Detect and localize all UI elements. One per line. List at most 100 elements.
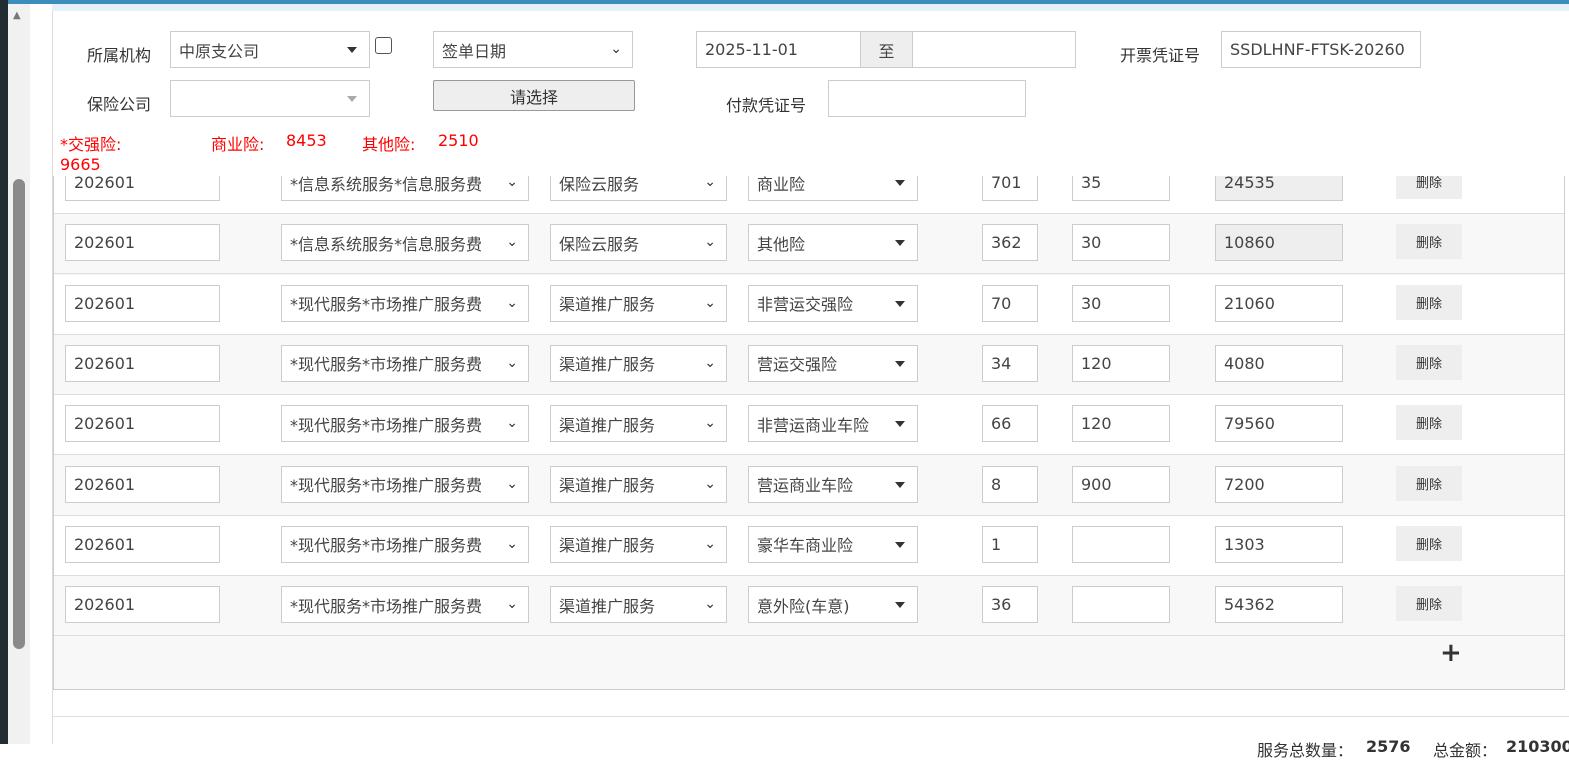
quantity-input[interactable]: 66 (982, 405, 1038, 443)
delete-row-button[interactable]: 删除 (1396, 344, 1462, 380)
item-select[interactable]: *现代服务*市场推广服务费 ⌄ (281, 465, 529, 503)
insurer-label: 保险公司 (87, 95, 152, 114)
qtx-value: 2510 (438, 131, 479, 150)
scroll-up-icon[interactable]: ▲ (13, 10, 21, 21)
item-select[interactable]: *现代服务*市场推广服务费 ⌄ (281, 586, 529, 624)
price-input[interactable]: 120 (1072, 405, 1170, 443)
period-input[interactable]: 202601 (65, 284, 220, 322)
payment-input[interactable] (828, 80, 1026, 117)
org-select[interactable]: 中原支公司 (170, 31, 370, 68)
service-select[interactable]: 保险云服务 ⌄ (550, 224, 727, 262)
delete-row-button[interactable]: 删除 (1396, 465, 1462, 501)
chevron-down-icon: ⌄ (704, 535, 716, 552)
period-input[interactable]: 202601 (65, 465, 220, 503)
invoice-value: SSDLHNF-FTSK-20260 (1230, 40, 1405, 59)
org-include-checkbox[interactable] (375, 37, 392, 54)
quantity-input[interactable]: 36 (982, 586, 1038, 624)
period-input[interactable]: 202601 (65, 586, 220, 624)
delete-row-button[interactable]: 删除 (1396, 284, 1462, 320)
delete-row-button[interactable]: 删除 (1396, 586, 1462, 622)
service-select[interactable]: 渠道推广服务 ⌄ (550, 344, 727, 382)
delete-label: 删除 (1415, 598, 1442, 614)
type-select[interactable]: 营运商业车险 (748, 465, 918, 503)
delete-row-button[interactable]: 删除 (1396, 176, 1462, 199)
quantity-input[interactable]: 70 (982, 284, 1038, 322)
item-select[interactable]: *信息系统服务*信息服务费 ⌄ (281, 224, 529, 262)
service-select[interactable]: 渠道推广服务 ⌄ (550, 284, 727, 322)
type-select[interactable]: 意外险(车意) (748, 586, 918, 624)
add-row-button[interactable]: + (1440, 638, 1462, 668)
type-select[interactable]: 营运交强险 (748, 344, 918, 382)
insurer-select[interactable] (170, 80, 370, 117)
table-row: 202601 *现代服务*市场推广服务费 ⌄ 渠道推广服务 ⌄ 非营运商业车险 66… (54, 395, 1564, 456)
price-input[interactable] (1072, 586, 1170, 624)
type-value: 商业险 (757, 176, 806, 194)
type-select[interactable]: 其他险 (748, 224, 918, 262)
price-value: 900 (1081, 474, 1112, 494)
service-select[interactable]: 保险云服务 ⌄ (550, 176, 727, 201)
type-select[interactable]: 豪华车商业险 (748, 525, 918, 563)
quantity-input[interactable]: 362 (982, 224, 1038, 262)
quantity-input[interactable]: 1 (982, 525, 1038, 563)
price-input[interactable]: 120 (1072, 344, 1170, 382)
quantity-input[interactable]: 34 (982, 344, 1038, 382)
type-value: 营运商业车险 (757, 476, 854, 495)
item-select[interactable]: *现代服务*市场推广服务费 ⌄ (281, 405, 529, 443)
period-input[interactable]: 202601 (65, 224, 220, 262)
type-select[interactable]: 非营运商业车险 (748, 405, 918, 443)
service-select[interactable]: 渠道推广服务 ⌄ (550, 465, 727, 503)
amount-input[interactable]: 7200 (1215, 465, 1343, 503)
period-input[interactable]: 202601 (65, 344, 220, 382)
price-input[interactable] (1072, 525, 1170, 563)
item-select[interactable]: *现代服务*市场推广服务费 ⌄ (281, 525, 529, 563)
amount-value: 24535 (1224, 176, 1275, 192)
delete-label: 删除 (1415, 537, 1442, 553)
quantity-value: 66 (991, 414, 1012, 434)
amount-value: 7200 (1224, 474, 1265, 494)
amount-input[interactable]: 79560 (1215, 405, 1343, 443)
item-select[interactable]: *信息系统服务*信息服务费 ⌄ (281, 176, 529, 201)
delete-row-button[interactable]: 删除 (1396, 525, 1462, 561)
invoice-input[interactable]: SSDLHNF-FTSK-20260 (1221, 31, 1421, 68)
date-to-input[interactable] (912, 31, 1076, 68)
service-select[interactable]: 渠道推广服务 ⌄ (550, 586, 727, 624)
date-from-input[interactable]: 2025-11-01 (696, 31, 861, 68)
quantity-input[interactable]: 701 (982, 176, 1038, 201)
service-value: 渠道推广服务 (559, 355, 656, 375)
period-input[interactable]: 202601 (65, 176, 220, 201)
quantity-input[interactable]: 8 (982, 465, 1038, 503)
amount-input[interactable]: 54362 (1215, 586, 1343, 624)
price-input[interactable]: 900 (1072, 465, 1170, 503)
quantity-value: 8 (991, 474, 1002, 494)
date-type-select[interactable]: 签单日期 ⌄ (433, 31, 633, 68)
amount-input[interactable]: 4080 (1215, 344, 1343, 382)
amount-value: 10860 (1224, 233, 1275, 253)
service-select[interactable]: 渠道推广服务 ⌄ (550, 405, 727, 443)
amount-input[interactable]: 21060 (1215, 284, 1343, 322)
type-select[interactable]: 商业险 (748, 176, 918, 201)
header-strip (52, 4, 1569, 11)
delete-row-button[interactable]: 删除 (1396, 405, 1462, 441)
chevron-down-icon: ⌄ (610, 41, 622, 57)
item-select[interactable]: *现代服务*市场推广服务费 ⌄ (281, 284, 529, 322)
price-input[interactable]: 35 (1072, 176, 1170, 201)
service-select[interactable]: 渠道推广服务 ⌄ (550, 525, 727, 563)
type-select[interactable]: 非营运交强险 (748, 284, 918, 322)
price-input[interactable]: 30 (1072, 224, 1170, 262)
price-value: 30 (1081, 293, 1102, 313)
item-value: *信息系统服务*信息服务费 (290, 176, 483, 194)
choose-button[interactable]: 请选择 (433, 80, 635, 111)
chevron-down-icon: ⌄ (506, 415, 518, 432)
amount-input[interactable]: 1303 (1215, 525, 1343, 563)
caret-down-icon (895, 300, 905, 307)
scrollbar[interactable]: ▲ (8, 4, 30, 744)
item-select[interactable]: *现代服务*市场推广服务费 ⌄ (281, 344, 529, 382)
period-input[interactable]: 202601 (65, 525, 220, 563)
caret-down-icon (347, 96, 357, 102)
scrollbar-thumb[interactable] (13, 179, 25, 649)
date-to-separator: 至 (860, 31, 913, 68)
quantity-value: 701 (991, 176, 1022, 192)
delete-row-button[interactable]: 删除 (1396, 224, 1462, 260)
price-input[interactable]: 30 (1072, 284, 1170, 322)
period-input[interactable]: 202601 (65, 405, 220, 443)
